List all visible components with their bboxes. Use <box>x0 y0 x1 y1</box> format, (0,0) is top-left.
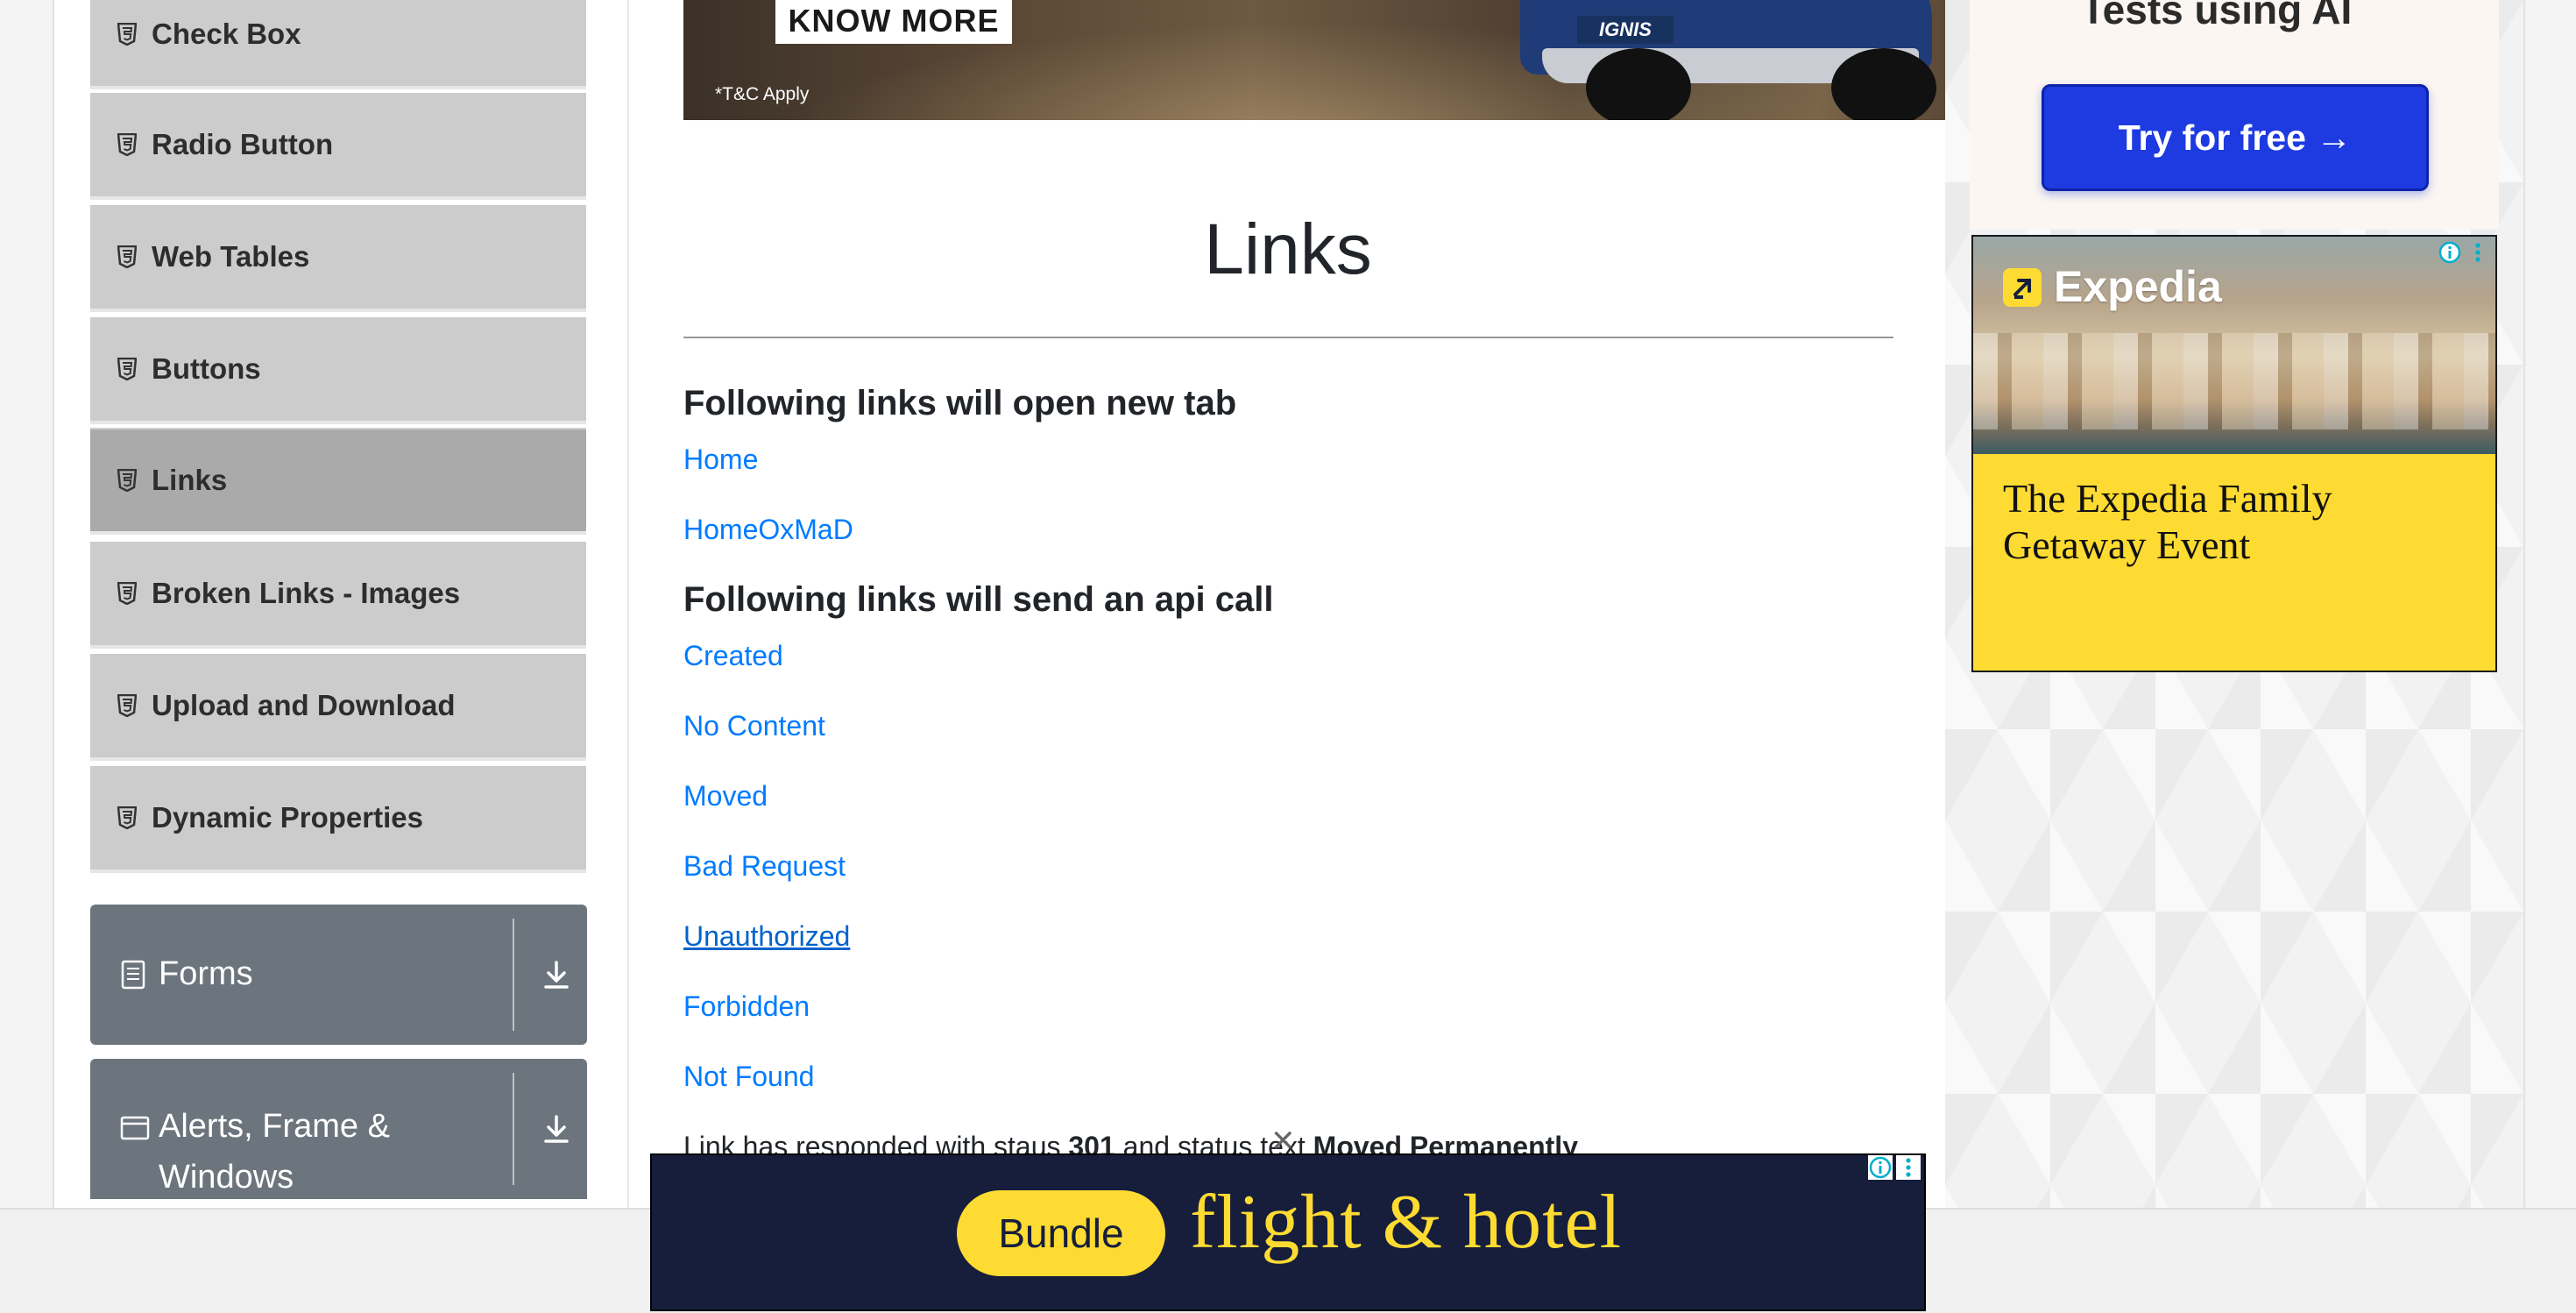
sidebar-item-label: Dynamic Properties <box>152 801 423 834</box>
form-icon <box>120 960 150 990</box>
link-home[interactable]: Home <box>683 444 758 476</box>
link-created[interactable]: Created <box>683 640 783 672</box>
link-no-content[interactable]: No Content <box>683 710 825 742</box>
bundle-pill: Bundle <box>957 1190 1165 1276</box>
sidebar-item-label: Buttons <box>152 352 261 385</box>
ad-options-icon[interactable] <box>2466 240 2490 265</box>
sidebar-item-radio-button[interactable]: Radio Button <box>90 93 586 200</box>
car-wheel <box>1831 48 1936 120</box>
sidebar-item-label: Upload and Download <box>152 689 456 721</box>
link-home-dynamic[interactable]: HomeOxMaD <box>683 514 853 546</box>
expedia-ad[interactable]: Expedia The Expedia Family Getaway Event <box>1971 235 2497 672</box>
sidebar-item-buttons[interactable]: Buttons <box>90 317 586 424</box>
disclaimer-text: *T&C Apply <box>715 84 810 104</box>
html5-icon <box>115 131 139 159</box>
sidebar-item-web-tables[interactable]: Web Tables <box>90 205 586 312</box>
ad-info-icon[interactable] <box>1868 1155 1893 1180</box>
link-unauthorized[interactable]: Unauthorized <box>683 920 850 953</box>
section-heading-api-call: Following links will send an api call <box>683 580 1274 619</box>
sidebar-item-label: Broken Links - Images <box>152 577 461 609</box>
sidebar-item-upload-and-download[interactable]: Upload and Download <box>90 654 586 761</box>
sidebar-item-label: Links <box>152 464 228 496</box>
sidebar-item-label: Web Tables <box>152 240 310 273</box>
html5-icon <box>115 692 139 720</box>
sidebar-item-broken-links-images[interactable]: Broken Links - Images <box>90 542 586 649</box>
group-title: Forms <box>159 955 253 992</box>
expedia-headline: The Expedia Family Getaway Event <box>2003 476 2332 567</box>
download-icon[interactable] <box>539 957 574 992</box>
download-icon[interactable] <box>539 1111 574 1146</box>
group-forms[interactable]: Forms <box>90 905 587 1045</box>
top-banner-ad[interactable]: IGNIS KNOW MORE *T&C Apply <box>683 0 1945 120</box>
group-alerts-frame-windows[interactable]: Alerts, Frame & Windows <box>90 1059 587 1199</box>
group-title-line2: Windows <box>159 1159 294 1196</box>
sidebar-item-label: Radio Button <box>152 128 334 160</box>
car-badge: IGNIS <box>1577 16 1674 44</box>
link-moved[interactable]: Moved <box>683 780 768 813</box>
section-heading-new-tab: Following links will open new tab <box>683 384 1237 422</box>
group-title-line1: Alerts, Frame & <box>159 1108 390 1145</box>
left-page-margin <box>0 0 54 1208</box>
title-divider <box>683 337 1893 338</box>
sidebar-item-links[interactable]: Links <box>90 428 586 535</box>
html5-icon <box>115 20 139 48</box>
know-more-button[interactable]: KNOW MORE <box>775 0 1012 44</box>
html5-icon <box>115 804 139 832</box>
group-separator <box>513 919 514 1031</box>
ad-photo-buildings <box>1973 333 2495 429</box>
car-wheel <box>1586 48 1691 120</box>
link-bad-request[interactable]: Bad Request <box>683 850 846 883</box>
html5-icon <box>115 243 139 271</box>
sidebar-item-check-box[interactable]: Check Box <box>90 0 586 89</box>
group-separator <box>513 1073 514 1185</box>
window-icon <box>120 1115 150 1145</box>
ai-ad-text: Tests using AI <box>2081 0 2353 32</box>
html5-icon <box>115 466 139 494</box>
try-for-free-button[interactable]: Try for free → <box>2042 84 2429 191</box>
expedia-logo-text: Expedia <box>2054 262 2222 311</box>
html5-icon <box>115 579 139 607</box>
page-title: Links <box>1204 209 1372 289</box>
link-not-found[interactable]: Not Found <box>683 1061 814 1093</box>
link-forbidden[interactable]: Forbidden <box>683 990 810 1023</box>
sidebar-item-dynamic-properties[interactable]: Dynamic Properties <box>90 766 586 873</box>
bundle-headline: flight & hotel <box>1190 1180 1623 1265</box>
bottom-ad-banner[interactable]: Bundle flight & hotel <box>650 1153 1926 1311</box>
expedia-logo-icon <box>2003 268 2042 307</box>
right-page-margin <box>2523 0 2576 1208</box>
sidebar-divider <box>627 0 629 1208</box>
sidebar-item-label: Check Box <box>152 18 301 50</box>
ad-info-icon[interactable] <box>2438 240 2462 265</box>
ad-options-icon[interactable] <box>1896 1155 1921 1180</box>
html5-icon <box>115 355 139 383</box>
